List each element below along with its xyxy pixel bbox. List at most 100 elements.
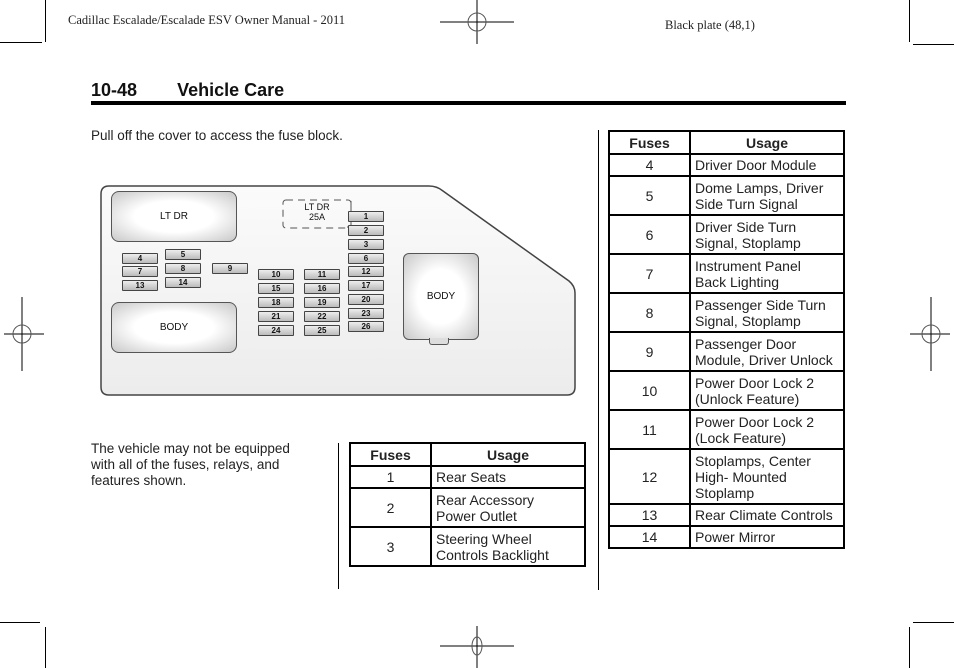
crop-mark	[913, 44, 954, 45]
fuse-23: 23	[348, 308, 384, 319]
table-row: 11 Power Door Lock 2 (Lock Feature)	[608, 409, 845, 450]
fuse-usage: Power Mirror	[689, 525, 845, 549]
fuse-19: 19	[304, 297, 340, 308]
relay-tab	[429, 338, 449, 345]
table-row: 13 Rear Climate Controls	[608, 503, 845, 527]
spare-fuse-rating: 25A	[308, 212, 325, 222]
fuse-number: 10	[608, 370, 691, 411]
table-row: 2 Rear Accessory Power Outlet	[349, 487, 586, 528]
fuse-number: 1	[349, 465, 432, 489]
column-divider	[338, 443, 339, 589]
fuse-usage: Power Door Lock 2 (Lock Feature)	[689, 409, 845, 450]
fuse-number: 5	[608, 175, 691, 216]
fuse-number: 8	[608, 292, 691, 333]
header-usage: Usage	[689, 130, 845, 155]
usage-line: Steering Wheel	[436, 530, 532, 547]
usage-line: Driver Door Module	[695, 157, 817, 173]
registration-mark-right	[910, 297, 950, 371]
header-fuses: Fuses	[349, 442, 432, 467]
registration-mark-bottom	[440, 626, 514, 668]
fuse-11: 11	[304, 269, 340, 280]
table-row: 8 Passenger Side Turn Signal, Stoplamp	[608, 292, 845, 333]
fuse-usage: Power Door Lock 2 (Unlock Feature)	[689, 370, 845, 411]
crop-mark	[909, 627, 910, 668]
relay-lt-dr: LT DR	[111, 191, 237, 242]
usage-line: Stoplamps, Center	[695, 452, 811, 469]
fuse-usage: Rear Accessory Power Outlet	[430, 487, 586, 528]
fuse-3: 3	[348, 239, 384, 250]
crop-mark	[0, 622, 40, 623]
fuse-usage: Driver Door Module	[689, 153, 845, 177]
fuse-number: 6	[608, 214, 691, 255]
table-row: 12 Stoplamps, Center High- Mounted Stoplamp	[608, 448, 845, 505]
crop-mark	[909, 0, 910, 42]
fuse-number: 4	[608, 153, 691, 177]
fuse-10: 10	[258, 269, 294, 280]
table-row: 14 Power Mirror	[608, 525, 845, 549]
table-row: 10 Power Door Lock 2 (Unlock Feature)	[608, 370, 845, 411]
fuse-7: 7	[122, 266, 158, 277]
usage-line: (Lock Feature)	[695, 429, 787, 446]
fuse-number: 7	[608, 253, 691, 294]
equipment-note: The vehicle may not be equipped with all…	[91, 441, 290, 489]
usage-line: Module, Driver Unlock	[695, 351, 833, 368]
fuse-4: 4	[122, 253, 158, 264]
fuse-8: 8	[165, 263, 201, 274]
fuse-6: 6	[348, 253, 384, 264]
intro-text: Pull off the cover to access the fuse bl…	[91, 128, 343, 143]
usage-line: Side Turn Signal	[695, 195, 798, 212]
registration-mark-left	[4, 297, 44, 371]
relay-label: BODY	[159, 322, 189, 333]
page-number: 10-48	[91, 80, 138, 100]
usage-line: Passenger Side Turn	[695, 296, 826, 313]
fuse-number: 14	[608, 525, 691, 549]
plate-label: Black plate (48,1)	[665, 18, 755, 32]
usage-line: Power Door Lock 2	[695, 413, 815, 430]
fuse-usage: Rear Seats	[430, 465, 586, 489]
fuse-22: 22	[304, 311, 340, 322]
fuse-13: 13	[122, 280, 158, 291]
usage-line: Back Lighting	[695, 273, 780, 290]
fuse-number: 11	[608, 409, 691, 450]
table-header-row: Fuses Usage	[608, 130, 845, 155]
fuse-20: 20	[348, 294, 384, 305]
fuse-21: 21	[258, 311, 294, 322]
fuse-usage: Passenger Door Module, Driver Unlock	[689, 331, 845, 372]
column-divider	[598, 130, 599, 590]
table-row: 6 Driver Side Turn Signal, Stoplamp	[608, 214, 845, 255]
title-rule	[91, 101, 846, 105]
header-fuses: Fuses	[608, 130, 691, 155]
fuse-usage: Steering Wheel Controls Backlight	[430, 526, 586, 567]
page-title: 10-48 Vehicle Care	[91, 80, 284, 101]
fuse-2: 2	[348, 225, 384, 236]
spare-fuse-label: LT DR 25A	[285, 202, 349, 222]
crop-mark	[0, 42, 42, 43]
fuse-25: 25	[304, 325, 340, 336]
fuse-usage: Driver Side Turn Signal, Stoplamp	[689, 214, 845, 255]
fuse-26: 26	[348, 321, 384, 332]
table-row: 7 Instrument Panel Back Lighting	[608, 253, 845, 294]
usage-line: Signal, Stoplamp	[695, 312, 801, 329]
fuse-number: 13	[608, 503, 691, 527]
fuse-usage: Instrument Panel Back Lighting	[689, 253, 845, 294]
usage-line: Passenger Door	[695, 335, 797, 352]
usage-line: Power Outlet	[436, 507, 517, 524]
fuse-usage: Passenger Side Turn Signal, Stoplamp	[689, 292, 845, 333]
usage-line: High- Mounted	[695, 468, 787, 485]
fuse-18: 18	[258, 297, 294, 308]
fuse-number: 12	[608, 448, 691, 505]
usage-line: Instrument Panel	[695, 257, 801, 274]
fuse-24: 24	[258, 325, 294, 336]
fuse-number: 3	[349, 526, 432, 567]
fuse-usage: Stoplamps, Center High- Mounted Stoplamp	[689, 448, 845, 505]
fuse-number: 2	[349, 487, 432, 528]
note-line: with all of the fuses, relays, and	[91, 457, 280, 472]
fuse-17: 17	[348, 280, 384, 291]
spare-fuse-name: LT DR	[304, 202, 330, 212]
fuse-15: 15	[258, 283, 294, 294]
section-title: Vehicle Care	[177, 80, 285, 100]
fuse-usage: Dome Lamps, Driver Side Turn Signal	[689, 175, 845, 216]
fuse-table-right: Fuses Usage 4 Driver Door Module 5 Dome Lam…	[608, 130, 845, 549]
fuse-number: 9	[608, 331, 691, 372]
fuse-14: 14	[165, 277, 201, 288]
